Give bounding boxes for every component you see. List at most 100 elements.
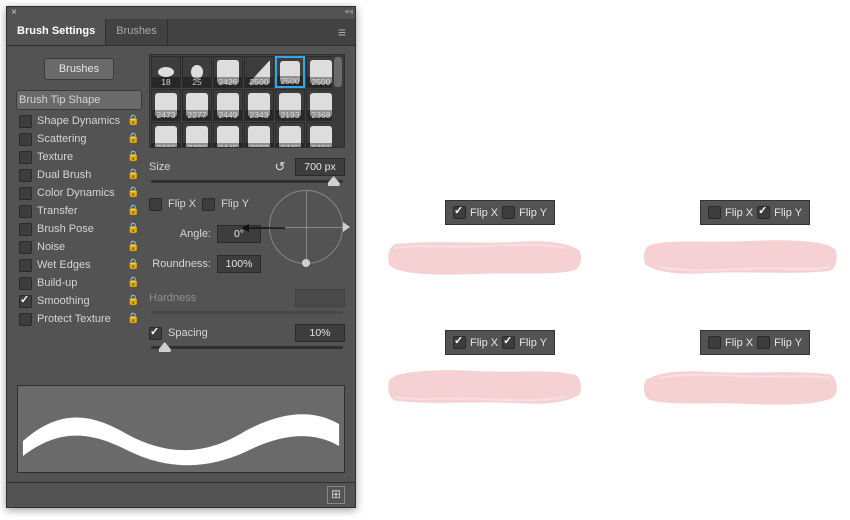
option-checkbox[interactable] <box>19 277 32 290</box>
lock-icon[interactable]: 🔒 <box>127 295 139 307</box>
option-checkbox[interactable] <box>19 187 32 200</box>
brush-tip-controls: 1825242625002500250024732277244923432193… <box>149 54 345 353</box>
brush-size-label: 18 <box>152 77 180 87</box>
lock-icon[interactable]: 🔒 <box>127 313 139 325</box>
new-preset-icon[interactable]: ⊞ <box>327 486 345 504</box>
brush-thumb[interactable]: 2343 <box>244 89 274 121</box>
close-icon[interactable]: × <box>7 7 21 19</box>
flipy-checkbox[interactable] <box>757 206 770 219</box>
brush-thumb[interactable]: 2277 <box>182 89 212 121</box>
brush-size-label: 2500 <box>277 76 303 86</box>
spacing-slider[interactable] <box>151 346 343 349</box>
brush-size-label: 2277 <box>183 110 211 120</box>
brush-thumb[interactable]: 2445 <box>213 122 243 148</box>
option-label: Texture <box>37 151 122 163</box>
flipx-checkbox[interactable] <box>708 336 721 349</box>
brush-size-label: 2426 <box>214 77 242 87</box>
option-checkbox[interactable] <box>19 295 32 308</box>
option-label: Dual Brush <box>37 169 122 181</box>
brush-size-label: 2449 <box>214 110 242 120</box>
option-smoothing[interactable]: Smoothing🔒 <box>17 292 141 310</box>
option-noise[interactable]: Noise🔒 <box>17 238 141 256</box>
option-checkbox[interactable] <box>19 205 32 218</box>
brush-thumb[interactable]: 2473 <box>151 89 181 121</box>
option-checkbox[interactable] <box>19 169 32 182</box>
lock-icon[interactable]: 🔒 <box>127 169 139 181</box>
brush-grid-scrollbar[interactable] <box>332 55 344 147</box>
flipx-checkbox[interactable] <box>708 206 721 219</box>
flipy-checkbox[interactable] <box>757 336 770 349</box>
roundness-field[interactable]: 100% <box>217 255 261 273</box>
brush-thumb[interactable]: 2393 <box>244 122 274 148</box>
option-shape-dynamics[interactable]: Shape Dynamics🔒 <box>17 112 141 130</box>
option-checkbox[interactable] <box>19 115 32 128</box>
lock-icon[interactable]: 🔒 <box>127 259 139 271</box>
collapse-icon[interactable]: ◂◂ <box>344 6 353 17</box>
brush-size-label: 2445 <box>214 143 242 148</box>
lock-icon[interactable]: 🔒 <box>127 223 139 235</box>
option-brush-pose[interactable]: Brush Pose🔒 <box>17 220 141 238</box>
tab-brush-settings[interactable]: Brush Settings <box>7 19 106 45</box>
flipy-label: Flip Y <box>774 337 802 349</box>
brush-thumb[interactable]: 2193 <box>275 89 305 121</box>
lock-icon[interactable]: 🔒 <box>127 187 139 199</box>
annotation-arrow <box>241 223 285 233</box>
spacing-checkbox[interactable] <box>149 327 162 340</box>
brush-thumb[interactable]: 2498 <box>182 122 212 148</box>
panel-menu-icon[interactable]: ≡ <box>329 19 355 45</box>
option-label: Brush Tip Shape <box>19 94 139 106</box>
option-wet-edges[interactable]: Wet Edges 🔒 <box>17 256 141 274</box>
flipy-label: Flip Y <box>519 207 547 219</box>
brush-thumb[interactable]: 2500 <box>244 56 274 88</box>
flip-reset-icon[interactable]: ↺ <box>271 158 289 176</box>
brush-thumb[interactable]: 18 <box>151 56 181 88</box>
hardness-field <box>295 289 345 307</box>
option-checkbox[interactable] <box>19 241 32 254</box>
option-dual-brush[interactable]: Dual Brush 🔒 <box>17 166 141 184</box>
brush-size-label: 2500 <box>245 77 273 87</box>
brush-thumb[interactable]: 2426 <box>213 56 243 88</box>
option-checkbox[interactable] <box>19 133 32 146</box>
brush-thumb[interactable]: 2445 <box>275 122 305 148</box>
panel-footer: ⊞ <box>7 482 355 507</box>
brush-thumbnails-grid: 1825242625002500250024732277244923432193… <box>149 54 345 148</box>
lock-icon[interactable]: 🔒 <box>127 151 139 163</box>
lock-icon[interactable]: 🔒 <box>127 205 139 217</box>
spacing-field[interactable]: 10% <box>295 324 345 342</box>
option-checkbox[interactable] <box>19 259 32 272</box>
lock-icon[interactable]: 🔒 <box>127 133 139 145</box>
option-texture[interactable]: Texture 🔒 <box>17 148 141 166</box>
brush-thumb[interactable]: 2449 <box>213 89 243 121</box>
option-brush-tip-shape[interactable]: Brush Tip Shape <box>16 90 142 110</box>
brushes-button[interactable]: Brushes <box>44 58 114 80</box>
brush-size-label: 2393 <box>245 143 273 148</box>
brush-thumb[interactable]: 25 <box>182 56 212 88</box>
brush-thumb[interactable]: 2436 <box>151 122 181 148</box>
option-transfer[interactable]: Transfer🔒 <box>17 202 141 220</box>
flipy-checkbox[interactable] <box>502 206 515 219</box>
option-color-dynamics[interactable]: Color Dynamics🔒 <box>17 184 141 202</box>
flipx-checkbox[interactable] <box>453 206 466 219</box>
lock-icon[interactable]: 🔒 <box>127 115 139 127</box>
option-build-up[interactable]: Build-up🔒 <box>17 274 141 292</box>
flipx-checkbox[interactable] <box>149 198 162 211</box>
option-label: Wet Edges <box>37 259 122 271</box>
spacing-label: Spacing <box>168 327 208 339</box>
option-checkbox[interactable] <box>19 313 32 326</box>
tab-brushes[interactable]: Brushes <box>106 19 167 45</box>
tab-row: Brush Settings Brushes ≡ <box>7 19 355 46</box>
flipy-checkbox[interactable] <box>202 198 215 211</box>
lock-icon[interactable]: 🔒 <box>127 277 139 289</box>
option-scattering[interactable]: Scattering🔒 <box>17 130 141 148</box>
brush-size-label: 2498 <box>183 143 211 148</box>
option-checkbox[interactable] <box>19 223 32 236</box>
size-field[interactable]: 700 px <box>295 158 345 176</box>
flipx-checkbox[interactable] <box>453 336 466 349</box>
option-checkbox[interactable] <box>19 151 32 164</box>
option-protect-texture[interactable]: Protect Texture🔒 <box>17 310 141 328</box>
flipy-checkbox[interactable] <box>502 336 515 349</box>
size-slider[interactable] <box>151 180 343 183</box>
brush-thumb[interactable]: 2500 <box>275 56 305 88</box>
lock-icon[interactable]: 🔒 <box>127 241 139 253</box>
brush-size-label: 2500 <box>307 77 335 87</box>
